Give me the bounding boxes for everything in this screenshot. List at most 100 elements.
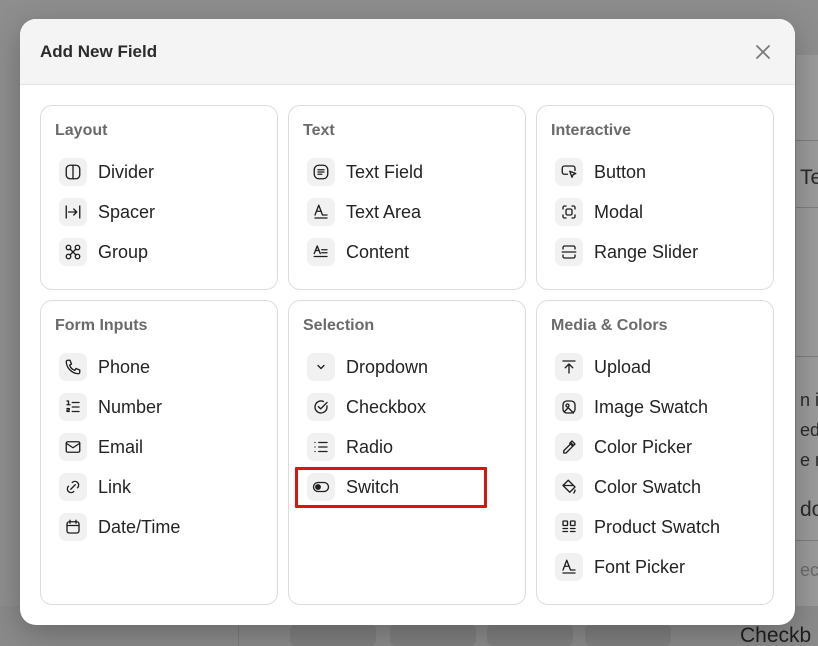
range-slider-icon — [555, 238, 583, 266]
group-icon — [59, 238, 87, 266]
modal-header: Add New Field — [20, 19, 795, 85]
number-list-icon — [59, 393, 87, 421]
link-icon — [59, 473, 87, 501]
field-option-modal[interactable]: Modal — [555, 192, 759, 232]
field-option-label: Text Area — [346, 201, 422, 222]
field-option-button[interactable]: Button — [555, 152, 759, 192]
field-option-label: Modal — [594, 201, 644, 222]
background-button — [487, 624, 573, 646]
button-icon — [555, 158, 583, 186]
background-divider — [795, 140, 818, 141]
background-divider — [795, 356, 818, 357]
category-card-interactive: Interactive Button Modal Range Slider — [536, 105, 774, 290]
field-option-label: Radio — [346, 436, 394, 457]
category-title: Form Inputs — [55, 317, 148, 334]
field-option-divider[interactable]: Divider — [59, 152, 263, 192]
font-picker-icon — [555, 553, 583, 581]
product-swatch-icon — [555, 513, 583, 541]
field-option-label: Group — [98, 241, 149, 262]
background-text: Te — [800, 166, 818, 189]
field-option-link[interactable]: Link — [59, 467, 263, 507]
upload-icon — [555, 353, 583, 381]
field-option-label: Spacer — [98, 201, 156, 222]
background-text: ect — [800, 560, 818, 580]
background-text: Checkb — [740, 624, 812, 646]
field-option-label: Email — [98, 436, 144, 457]
list-icon — [307, 433, 335, 461]
field-option-text-field[interactable]: Text Field — [307, 152, 511, 192]
email-icon — [59, 433, 87, 461]
spacer-icon — [59, 198, 87, 226]
category-title: Layout — [55, 122, 108, 139]
field-option-group[interactable]: Group — [59, 232, 263, 272]
field-option-dropdown[interactable]: Dropdown — [307, 347, 511, 387]
field-category-grid: Layout Divider Spacer Group Text Text Fi… — [40, 105, 774, 605]
category-title: Media & Colors — [551, 317, 668, 334]
check-circle-icon — [307, 393, 335, 421]
image-swatch-icon — [555, 393, 583, 421]
field-option-range-slider[interactable]: Range Slider — [555, 232, 759, 272]
field-option-checkbox[interactable]: Checkbox — [307, 387, 511, 427]
modal-icon — [555, 198, 583, 226]
field-option-text-area[interactable]: Text Area — [307, 192, 511, 232]
field-option-label: Range Slider — [594, 241, 699, 262]
category-card-media-colors: Media & Colors Upload Image Swatch Color… — [536, 300, 774, 605]
field-option-font-picker[interactable]: Font Picker — [555, 547, 759, 587]
field-option-date-time[interactable]: Date/Time — [59, 507, 263, 547]
background-divider — [795, 207, 818, 208]
field-option-phone[interactable]: Phone — [59, 347, 263, 387]
field-option-label: Divider — [98, 161, 155, 182]
phone-icon — [59, 353, 87, 381]
field-option-label: Switch — [346, 476, 400, 497]
background-button — [585, 624, 671, 646]
field-option-color-picker[interactable]: Color Picker — [555, 427, 759, 467]
chevron-down-icon — [307, 353, 335, 381]
field-option-number[interactable]: Number — [59, 387, 263, 427]
modal-title: Add New Field — [40, 41, 158, 61]
background-button — [390, 624, 476, 646]
field-option-email[interactable]: Email — [59, 427, 263, 467]
field-option-label: Upload — [594, 356, 652, 377]
field-option-image-swatch[interactable]: Image Swatch — [555, 387, 759, 427]
eyedropper-icon — [555, 433, 583, 461]
category-card-layout: Layout Divider Spacer Group — [40, 105, 278, 290]
field-option-label: Content — [346, 241, 410, 262]
field-option-label: Image Swatch — [594, 396, 709, 417]
field-option-label: Color Swatch — [594, 476, 702, 497]
field-option-upload[interactable]: Upload — [555, 347, 759, 387]
background-text: do — [800, 498, 818, 521]
close-button[interactable] — [751, 40, 775, 64]
field-option-label: Link — [98, 476, 132, 497]
background-divider — [795, 540, 818, 541]
field-option-label: Dropdown — [346, 356, 429, 377]
field-option-label: Button — [594, 161, 647, 182]
text-field-icon — [307, 158, 335, 186]
field-option-label: Phone — [98, 356, 151, 377]
divider-icon — [59, 158, 87, 186]
field-option-radio[interactable]: Radio — [307, 427, 511, 467]
background-button — [290, 624, 376, 646]
field-option-label: Font Picker — [594, 556, 686, 577]
background-text: ed — [800, 420, 818, 440]
field-option-label: Number — [98, 396, 163, 417]
field-option-color-swatch[interactable]: Color Swatch — [555, 467, 759, 507]
close-icon — [756, 44, 770, 59]
field-option-switch[interactable]: Switch — [295, 467, 511, 508]
content-icon — [307, 238, 335, 266]
field-option-label: Checkbox — [346, 396, 427, 417]
paint-bucket-icon — [555, 473, 583, 501]
field-option-label: Product Swatch — [594, 516, 721, 537]
field-option-content[interactable]: Content — [307, 232, 511, 272]
calendar-icon — [59, 513, 87, 541]
field-option-label: Color Picker — [594, 436, 693, 457]
background-text: e m — [800, 450, 818, 470]
category-title: Interactive — [551, 122, 632, 139]
toggle-icon — [307, 473, 335, 501]
field-option-spacer[interactable]: Spacer — [59, 192, 263, 232]
text-area-icon — [307, 198, 335, 226]
category-card-text: Text Text Field Text Area Content — [288, 105, 526, 290]
background-text: n ip — [800, 390, 818, 410]
field-option-product-swatch[interactable]: Product Swatch — [555, 507, 759, 547]
category-title: Text — [303, 122, 335, 139]
field-option-label: Text Field — [346, 161, 424, 182]
